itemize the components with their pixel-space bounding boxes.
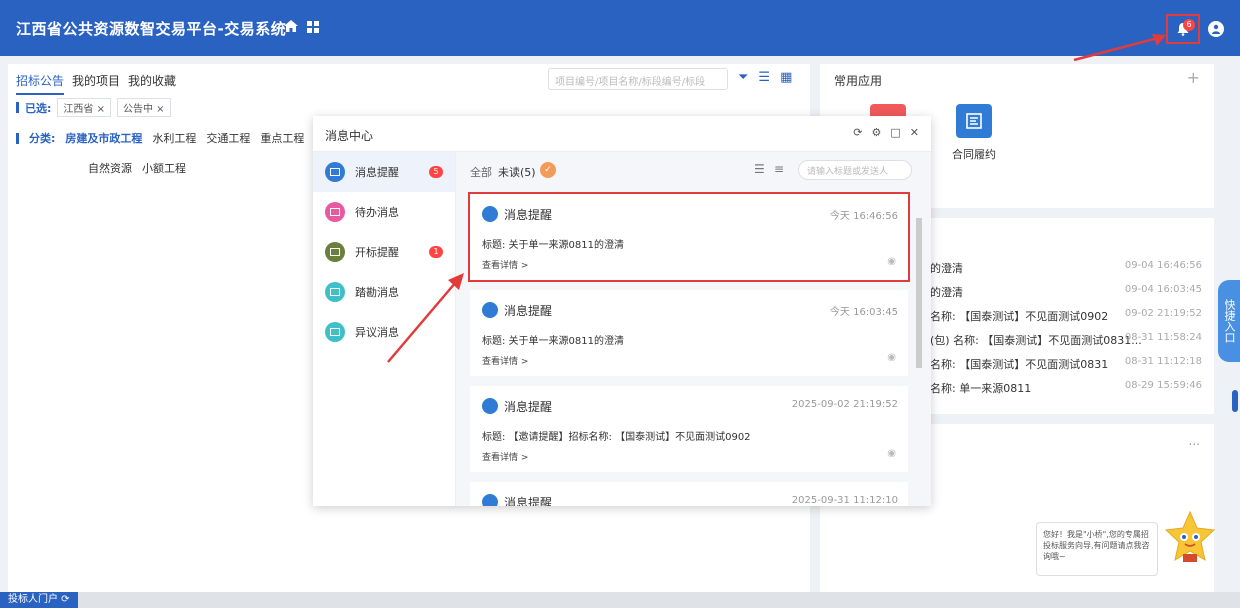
sort-icon[interactable]: ☰	[754, 162, 765, 176]
assistant-mascot-icon[interactable]	[1164, 510, 1216, 566]
message-time: 2025-09-31 11:12:10	[791, 495, 898, 506]
message-list-scrollbar[interactable]	[915, 214, 923, 498]
assistant-chat-bubble[interactable]: 您好！我是"小桥",您的专属招投标服务向导,有问题请点我咨询哦~	[1036, 522, 1158, 576]
message-title: 消息提醒	[504, 304, 553, 318]
filter-unread[interactable]: 未读(5)	[498, 164, 536, 180]
category-small-projects[interactable]: 小额工程	[142, 160, 186, 176]
scroll-indicator[interactable]	[1232, 390, 1238, 412]
message-card[interactable]: 消息提醒 2025-09-31 11:12:10	[470, 482, 908, 506]
message-icon	[482, 398, 498, 414]
message-body: 标题: 【邀请提醒】招标名称: 【国泰测试】不见面测试0902	[482, 432, 751, 443]
message-card[interactable]: 消息提醒 今天 16:03:45 标题: 关于单一来源0811的澄清 查看详情 …	[470, 290, 908, 376]
eye-icon[interactable]: ◉	[887, 448, 896, 459]
section-marker	[16, 132, 19, 144]
notification-count-badge: 6	[1183, 19, 1195, 31]
bidder-portal-button[interactable]: 投标人门户 ⟳	[0, 592, 78, 608]
message-time: 今天 16:46:56	[829, 211, 898, 222]
app-title: 江西省公共资源数智交易平台-交易系统	[16, 20, 287, 38]
filter-chip-province[interactable]: 江西省 ×	[57, 98, 111, 117]
selected-label: 已选:	[25, 101, 52, 115]
message-filter-bar: 全部 未读(5) ✓ ☰ ≡ 请输入标题或发送人	[456, 152, 931, 188]
sidebar-item-bid-opening[interactable]: 开标提醒 1	[313, 232, 455, 272]
eye-icon[interactable]: ◉	[887, 352, 896, 363]
annotation-arrow-card	[387, 273, 464, 363]
user-avatar-icon[interactable]	[1208, 21, 1224, 37]
message-list-area: 全部 未读(5) ✓ ☰ ≡ 请输入标题或发送人 消息提醒 今天 16:46:5…	[456, 152, 931, 506]
unread-badge: 1	[429, 246, 443, 258]
filter-icon[interactable]: ⏷	[738, 70, 748, 85]
message-search-input[interactable]: 请输入标题或发送人	[798, 160, 912, 180]
annotation-arrow-bell	[1073, 34, 1166, 62]
close-icon[interactable]: ✕	[910, 126, 919, 139]
message-body: 标题: 关于单一来源0811的澄清	[482, 336, 624, 347]
objection-icon	[325, 322, 345, 342]
message-title: 消息提醒	[504, 496, 553, 506]
tab-announcements[interactable]: 招标公告	[16, 72, 65, 95]
grid-menu-icon[interactable]	[307, 21, 319, 36]
message-icon	[325, 162, 345, 182]
section-marker	[16, 102, 19, 113]
top-bar: 江西省公共资源数智交易平台-交易系统 6	[0, 0, 1240, 56]
list-view-icon[interactable]: ☰	[758, 70, 770, 85]
message-title: 消息提醒	[504, 400, 553, 414]
scrollbar-thumb[interactable]	[916, 218, 922, 368]
contract-app-icon[interactable]	[956, 104, 992, 138]
view-tools: ⏷ ☰ ▦	[738, 70, 792, 85]
sort-alt-icon[interactable]: ≡	[774, 162, 784, 176]
sidebar-item-message-reminder[interactable]: 消息提醒 5	[313, 152, 455, 192]
contract-app-label[interactable]: 合同履约	[952, 146, 996, 162]
eye-icon[interactable]: ◉	[887, 256, 896, 267]
sidebar-item-todo[interactable]: 待办消息	[313, 192, 455, 232]
category-construction[interactable]: 房建及市政工程	[65, 130, 142, 146]
grid-view-icon[interactable]: ▦	[780, 70, 792, 85]
more-options-button[interactable]: ...	[1189, 434, 1200, 448]
bid-opening-icon	[325, 242, 345, 262]
message-title: 消息提醒	[504, 208, 553, 222]
common-apps-title: 常用应用	[834, 74, 883, 88]
message-card[interactable]: 消息提醒 今天 16:46:56 标题: 关于单一来源0811的澄清 查看详情 …	[468, 192, 910, 282]
bottom-bar: 投标人门户 ⟳	[0, 592, 1240, 608]
main-tabs: 招标公告 我的项目 我的收藏	[16, 72, 176, 95]
view-details-link[interactable]: 查看详情 >	[482, 258, 528, 271]
refresh-icon[interactable]: ⟳	[853, 126, 862, 139]
category-key-projects[interactable]: 重点工程	[260, 130, 304, 146]
sidebar-item-label: 开标提醒	[355, 246, 399, 259]
mark-read-icon[interactable]: ✓	[540, 162, 556, 178]
message-icon	[482, 494, 498, 506]
maximize-icon[interactable]: □	[890, 126, 900, 139]
home-icon[interactable]	[284, 20, 298, 35]
category-transport[interactable]: 交通工程	[206, 130, 250, 146]
sidebar-item-label: 待办消息	[355, 206, 399, 219]
dialog-title: 消息中心	[325, 129, 374, 143]
message-icon	[482, 302, 498, 318]
filter-all[interactable]: 全部	[470, 164, 492, 180]
category-water[interactable]: 水利工程	[152, 130, 196, 146]
category-row: 分类: 房建及市政工程 水利工程 交通工程 重点工程	[16, 130, 304, 146]
sidebar-item-label: 消息提醒	[355, 166, 399, 179]
message-card[interactable]: 消息提醒 2025-09-02 21:19:52 标题: 【邀请提醒】招标名称:…	[470, 386, 908, 472]
selected-filters: 已选: 江西省 × 公告中 ×	[16, 98, 171, 117]
view-details-link[interactable]: 查看详情 >	[482, 450, 528, 463]
settings-icon[interactable]: ⚙	[872, 126, 882, 139]
category-row-2: 自然资源 小额工程	[88, 160, 186, 176]
message-body: 标题: 关于单一来源0811的澄清	[482, 240, 624, 251]
message-icon	[482, 206, 498, 222]
view-details-link[interactable]: 查看详情 >	[482, 354, 528, 367]
category-natural-resources[interactable]: 自然资源	[88, 160, 132, 176]
message-time: 2025-09-02 21:19:52	[791, 399, 898, 410]
site-visit-icon	[325, 282, 345, 302]
dialog-header: 消息中心 ⟳ ⚙ □ ✕	[313, 116, 931, 152]
filter-chip-status[interactable]: 公告中 ×	[116, 98, 171, 117]
dialog-controls: ⟳ ⚙ □ ✕	[853, 126, 919, 139]
todo-icon	[325, 202, 345, 222]
notification-bell-button[interactable]: 6	[1166, 14, 1200, 44]
category-label: 分类:	[29, 132, 56, 145]
add-app-button[interactable]: +	[1187, 68, 1200, 87]
tab-favorites[interactable]: 我的收藏	[128, 72, 176, 95]
quick-entry-tab[interactable]: 快捷入口	[1218, 280, 1240, 362]
message-time: 今天 16:03:45	[829, 307, 898, 318]
unread-badge: 5	[429, 166, 443, 178]
project-search-input[interactable]: 项目编号/项目名称/标段编号/标段	[548, 68, 728, 90]
tab-my-projects[interactable]: 我的项目	[72, 72, 120, 95]
